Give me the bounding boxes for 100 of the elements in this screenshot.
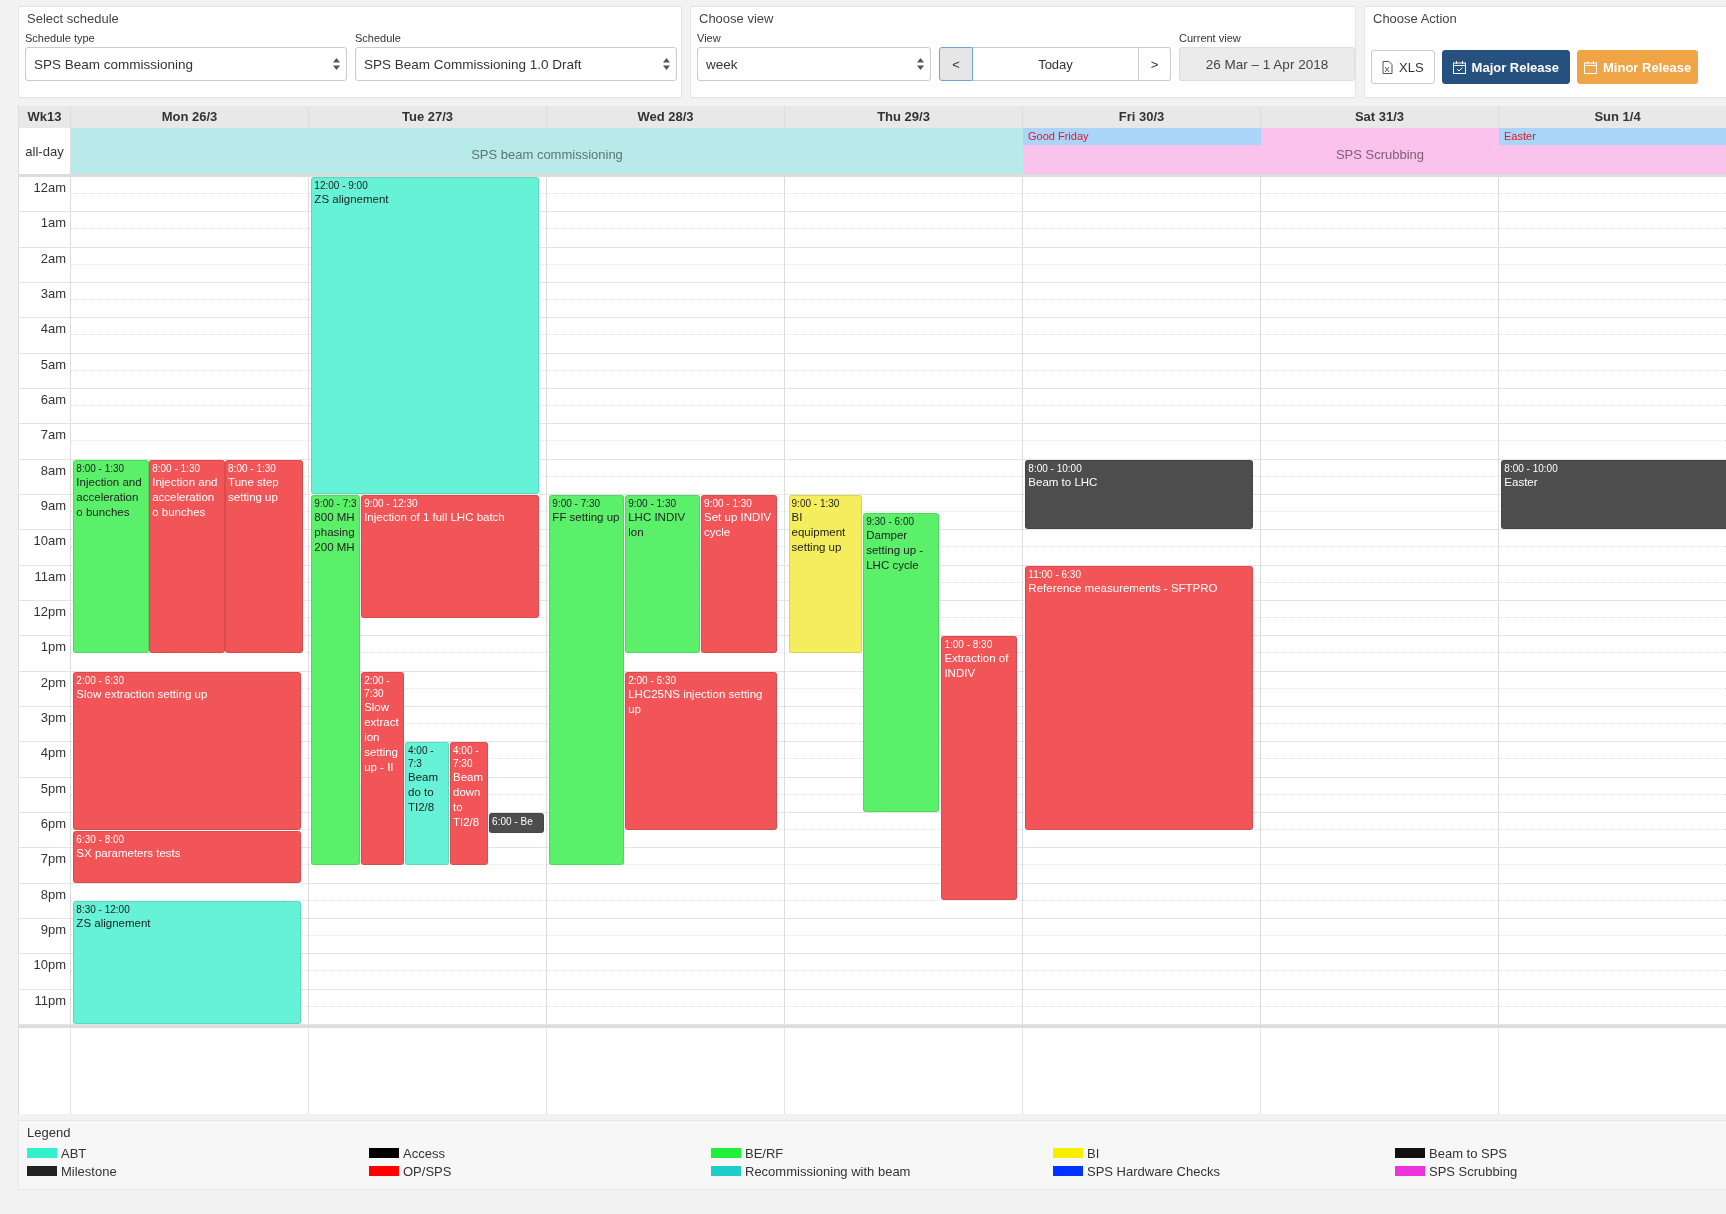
legend-label: Beam to SPS: [1429, 1145, 1508, 1161]
event-time: 4:00 - 7:3: [408, 744, 435, 771]
event-time: 8:00 - 10:00: [1504, 461, 1559, 475]
schedule-select[interactable]: SPS Beam Commissioning 1.0 Draft: [355, 47, 677, 81]
legend-label: Milestone: [61, 1163, 117, 1179]
hour-label: 12pm: [33, 603, 66, 619]
event-time: 8:00 - 1:30: [76, 461, 126, 475]
hour-label: 11am: [34, 568, 66, 584]
select-arrows-icon: [663, 58, 670, 70]
all-day-event[interactable]: SPS beam commissioning: [71, 128, 1023, 174]
event-time: 2:00 - 7:30: [364, 673, 391, 700]
event-title: Extraction of INDIV: [944, 651, 1010, 682]
event[interactable]: 8:00 - 1:30 Injection and acceleration o bunches: [73, 459, 150, 653]
hour-label: 1am: [40, 215, 66, 231]
event-time: 2:00 - 6:30: [76, 673, 126, 687]
xls-button[interactable]: XLS: [1371, 50, 1435, 84]
event[interactable]: 9:00 - 7:30 FF setting up: [549, 494, 624, 865]
hour-label: 5pm: [40, 780, 66, 796]
legend-label: ABT: [61, 1145, 87, 1161]
event-title: LHC25NS injection setting up: [628, 686, 764, 717]
event[interactable]: 9:30 - 6:00 Damper setting up - LHC cycle: [863, 512, 940, 812]
major-release-button[interactable]: Major Release: [1441, 50, 1570, 84]
hour-label: 3am: [40, 286, 66, 301]
event-title: Beam down to TI2/8: [453, 770, 485, 831]
event-title: Injection and acceleration o bunches: [76, 474, 143, 520]
event-title: Set up INDIV cycle: [704, 509, 773, 540]
event-time: 9:00 - 1:30: [704, 496, 753, 510]
event-title: BI equipment setting up: [791, 509, 847, 555]
calendar-check-icon: [1452, 60, 1466, 74]
event-time: 8:30 - 12:00: [76, 903, 131, 917]
event[interactable]: 8:00 - 10:00 Easter: [1501, 459, 1726, 530]
hour-label: 2am: [40, 250, 66, 266]
event-time: 9:00 - 7:30: [552, 496, 602, 510]
hour-label: 9pm: [40, 921, 66, 937]
event-time: 8:00 - 1:30: [228, 461, 277, 475]
hour-label: 11pm: [34, 992, 66, 1008]
hour-label: 5am: [40, 356, 66, 372]
schedule-select[interactable]: SPS Beam commissioning: [25, 47, 347, 81]
legend-label: OP/SPS: [403, 1163, 452, 1179]
event[interactable]: 12:00 - 9:00 ZS alignement: [311, 177, 539, 494]
calendar-icon: [1584, 60, 1597, 74]
hour-label: 12am: [33, 180, 66, 195]
event-time: 12:00 - 9:00: [314, 179, 369, 192]
event-time: 2:00 - 6:30: [628, 673, 677, 687]
event-title: Easter: [1504, 474, 1539, 490]
legend-label: Access: [403, 1145, 445, 1161]
field-label: Schedule type: [25, 32, 96, 44]
event-time: 8:00 - 1:30: [152, 461, 201, 475]
event[interactable]: 8:00 - 10:00 Beam to LHC: [1025, 459, 1253, 530]
hour-label: 10pm: [33, 957, 66, 973]
hour-label: 4pm: [40, 745, 66, 761]
event-title: SX parameters tests: [76, 845, 182, 861]
event[interactable]: 9:00 - 1:30 BI equipment setting up: [788, 494, 862, 653]
event-title: Slow extraction setting up - II: [364, 699, 400, 775]
hour-label: 10am: [33, 533, 66, 549]
event-time: 8:00 - 10:00: [1028, 461, 1083, 475]
field-label: View: [697, 32, 722, 44]
event-time: 9:00 - 7:3: [314, 496, 357, 510]
event-time: 9:30 - 6:00: [866, 514, 915, 528]
legend-label: Recommissioning with beam: [745, 1163, 911, 1179]
previous-button[interactable]: <: [939, 47, 973, 81]
view-select[interactable]: week: [697, 47, 931, 81]
hour-label: 9am: [40, 497, 66, 513]
next-button[interactable]: >: [1139, 47, 1171, 81]
legend-label: SPS Hardware Checks: [1087, 1163, 1220, 1179]
legend-label: BI: [1087, 1145, 1100, 1161]
field-label: Current view: [1179, 32, 1242, 44]
event-title: Injection and acceleration o bunches: [152, 474, 219, 520]
event-time: 11:00 - 6:30: [1028, 567, 1082, 581]
event-time: 1:00 - 8:30: [944, 638, 994, 652]
hour-label: 1pm: [40, 639, 66, 655]
hour-label: 8pm: [40, 886, 66, 902]
panel-title: Select schedule: [27, 11, 120, 26]
panel-title: Choose Action: [1373, 11, 1458, 26]
event-title: 800 MH phasing 200 MH: [314, 509, 356, 555]
event-title: FF setting up: [552, 509, 621, 525]
hour-label: 6am: [40, 391, 66, 407]
hour-label: 3pm: [40, 709, 66, 725]
event[interactable]: 8:30 - 12:00 ZS alignement: [73, 901, 301, 1024]
event-time: 6:00 - Be: [492, 814, 534, 828]
legend-label: SPS Scrubbing: [1429, 1163, 1518, 1179]
hour-label: 8am: [40, 462, 66, 478]
today-button[interactable]: Today: [973, 47, 1139, 81]
hour-label: 7am: [40, 427, 66, 443]
current-view-field: 26 Mar – 1 Apr 2018: [1179, 47, 1355, 81]
event-title: Injection of 1 full LHC batch: [364, 509, 506, 525]
event-time: 6:30 - 8:00: [76, 832, 126, 846]
legend-title: Legend: [27, 1124, 72, 1140]
event-title: Damper setting up - LHC cycle: [866, 527, 925, 573]
event[interactable]: 4:00 - 7:3 Beam do to TI2/8: [405, 742, 449, 865]
event[interactable]: 6:00 - Be: [489, 812, 544, 834]
event[interactable]: 9:00 - 1:30 LHC INDIV lon: [625, 494, 700, 653]
select-arrows-icon: [333, 58, 340, 70]
event-title: ZS alignement: [314, 192, 390, 207]
event[interactable]: 9:00 - 7:3 800 MH phasing 200 MH: [311, 494, 360, 865]
select-arrows-icon: [917, 58, 924, 70]
field-label: Schedule: [355, 32, 402, 44]
file-icon: [1382, 60, 1393, 74]
event-title: LHC INDIV lon: [628, 509, 687, 540]
event-title: Beam to LHC: [1028, 474, 1099, 490]
